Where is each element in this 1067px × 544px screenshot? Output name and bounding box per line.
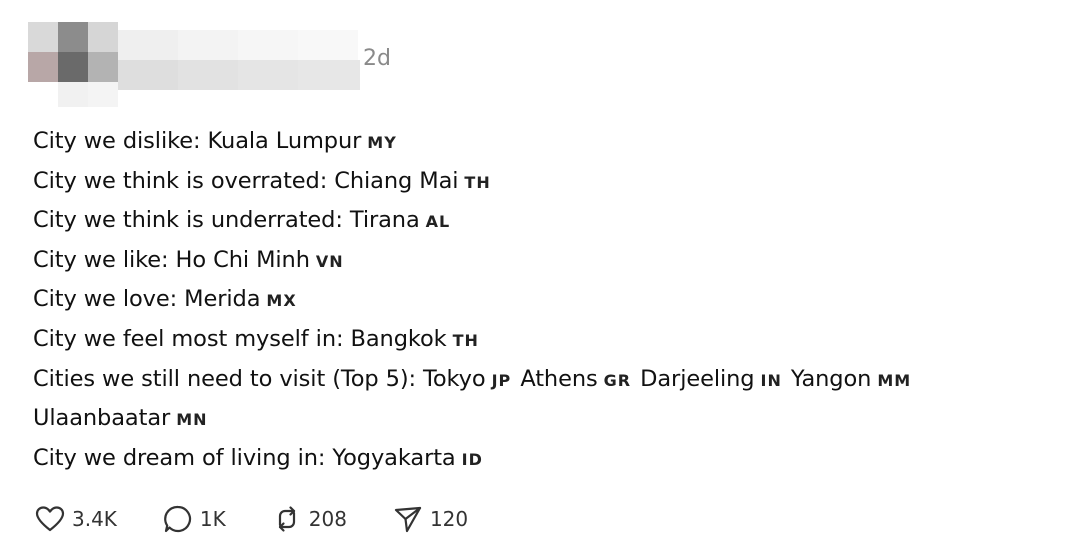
line-text: City we think is overrated: Chiang Mai [33,167,459,194]
city-athens: Athens [520,365,598,392]
heart-icon [35,505,65,533]
flag-th: TH [464,172,491,192]
post-timestamp[interactable]: 2d [363,46,391,71]
flag-th: TH [452,330,479,350]
line-text: City we dislike: Kuala Lumpur [33,128,362,154]
flag-jp: JP [491,370,512,390]
comment-bubble-icon [163,504,193,534]
flag-vn: VN [315,251,344,271]
line-text: City we love: Merida [33,286,261,313]
line-text: City we like: Ho Chi Minh [33,246,310,273]
line-text: Ulaanbaatar [33,405,171,432]
post-line-overrated: City we think is overrated: Chiang Mai TH [33,162,1033,202]
flag-mm: MM [877,370,912,390]
post-line-visit-continued: Ulaanbaatar MN [33,399,1033,439]
share-button[interactable]: 120 [393,504,468,534]
post-line-dislike: City we dislike: Kuala Lumpur MY [33,122,1033,162]
threads-post: 2d City we dislike: Kuala Lumpur MY City … [0,0,1067,544]
like-button[interactable]: 3.4K [35,505,117,533]
like-count: 3.4K [72,507,117,531]
avatar[interactable] [28,22,118,112]
repost-button[interactable]: 208 [272,504,347,534]
flag-al: AL [425,212,451,232]
line-text: Cities we still need to visit (Top 5): T… [33,365,486,392]
city-yangon: Yangon [790,365,872,392]
post-line-underrated: City we think is underrated: Tirana AL [33,201,1033,241]
post-line-dream: City we dream of living in: Yogyakarta ID [33,439,1033,479]
post-line-like: City we like: Ho Chi Minh VN [33,241,1033,281]
repost-count: 208 [308,507,347,531]
line-text: City we feel most myself in: Bangkok [33,325,447,352]
repost-arrows-icon [272,504,302,534]
flag-mn: MN [176,410,208,430]
post-line-visit: Cities we still need to visit (Top 5): T… [33,360,1033,400]
post-body: City we dislike: Kuala Lumpur MY City we … [33,122,1033,478]
post-line-myself: City we feel most myself in: Bangkok TH [33,320,1033,360]
flag-in: IN [760,370,782,390]
line-text: City we think is underrated: Tirana [33,207,420,234]
blurred-username[interactable] [118,30,368,90]
line-text: City we dream of living in: Yogyakarta [33,444,456,471]
city-darjeeling: Darjeeling [640,365,755,392]
share-count: 120 [429,507,469,531]
reply-button[interactable]: 1K [163,504,226,534]
flag-mx: MX [266,291,297,311]
action-bar: 3.4K 1K 208 120 [35,502,468,536]
flag-my: MY [367,133,397,152]
flag-id: ID [461,449,483,469]
reply-count: 1K [199,507,226,531]
blurred-author-header[interactable] [28,22,408,112]
post-line-love: City we love: Merida MX [33,280,1033,320]
flag-gr: GR [603,370,632,390]
send-paper-plane-icon [393,504,423,534]
